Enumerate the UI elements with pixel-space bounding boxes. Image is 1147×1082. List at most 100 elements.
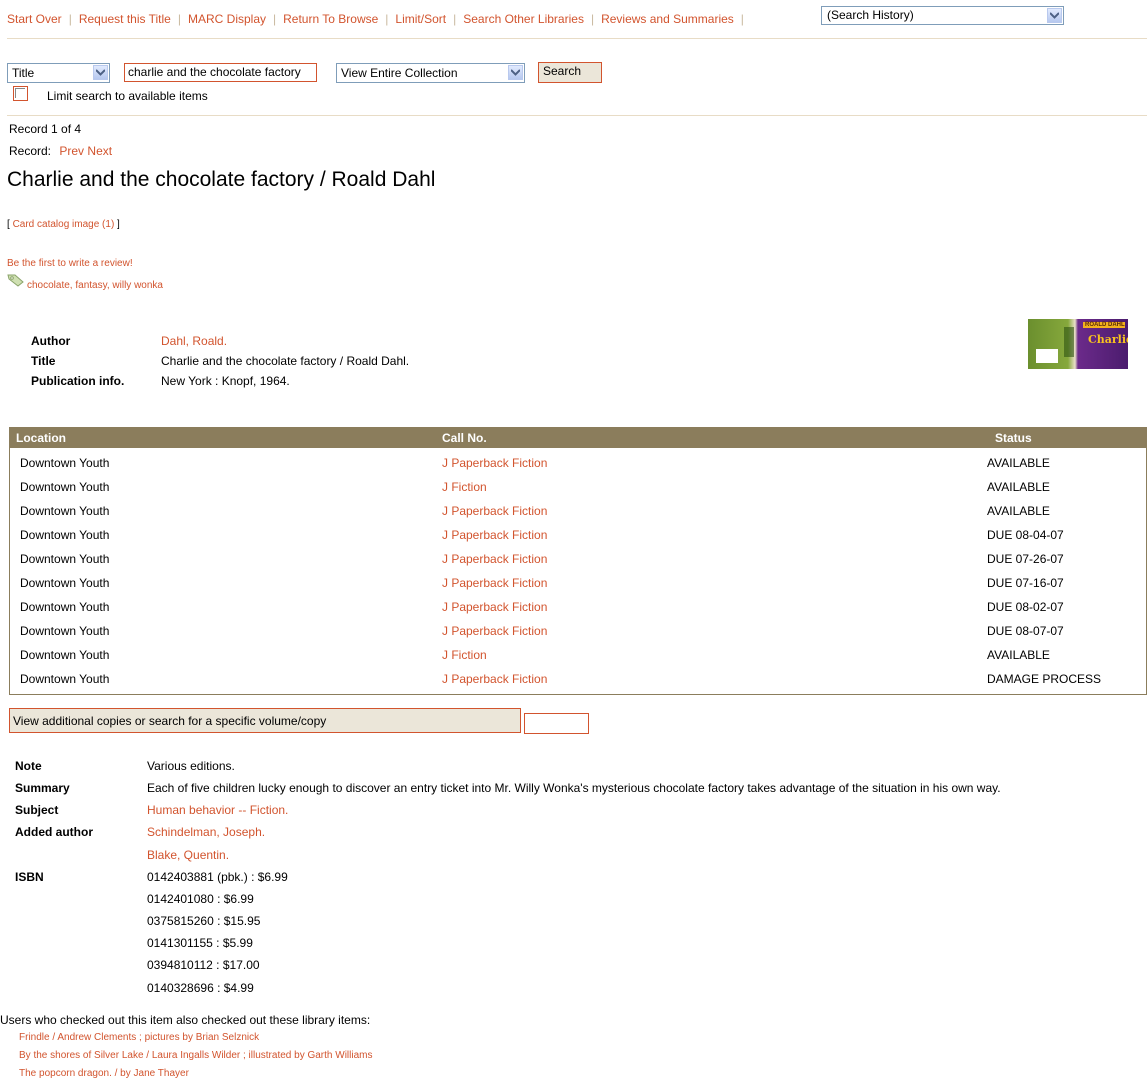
status-cell: AVAILABLE (987, 648, 1050, 662)
title-value: Charlie and the chocolate factory / Roal… (161, 354, 410, 368)
page-title: Charlie and the chocolate factory / Roal… (7, 168, 436, 191)
status-cell: DUE 07-16-07 (987, 576, 1064, 590)
search-history-select[interactable]: (Search History) (821, 6, 1064, 25)
title-label: Title (31, 354, 56, 368)
cover-title-text: Charlie (1088, 333, 1128, 346)
top-nav: Start Over | Request this Title | MARC D… (7, 6, 751, 32)
location-cell: Downtown Youth (20, 648, 110, 662)
status-cell: DUE 08-07-07 (987, 624, 1064, 638)
limit-sort-link[interactable]: Limit/Sort (395, 12, 446, 26)
location-cell: Downtown Youth (20, 600, 110, 614)
search-field-select[interactable]: Title (7, 63, 110, 83)
location-cell: Downtown Youth (20, 456, 110, 470)
search-input[interactable]: charlie and the chocolate factory (124, 63, 317, 82)
nav-separator: | (385, 12, 389, 26)
author-link[interactable]: Dahl, Roald. (161, 334, 227, 348)
marc-display-link[interactable]: MARC Display (188, 12, 266, 26)
start-over-link[interactable]: Start Over (7, 12, 62, 26)
call-number-link[interactable]: J Paperback Fiction (442, 624, 547, 638)
related-item-link[interactable]: The popcorn dragon. / by Jane Thayer (19, 1068, 189, 1079)
search-history-value: (Search History) (827, 8, 914, 22)
subject-link[interactable]: Human behavior -- Fiction. (147, 803, 288, 817)
call-number-link[interactable]: J Fiction (442, 480, 487, 494)
table-header: Location Call No. Status (10, 427, 1146, 448)
added-author-link[interactable]: Blake, Quentin. (147, 848, 229, 862)
book-cover-image[interactable]: ROALD DAHL Charlie (1028, 319, 1128, 369)
search-other-libraries-link[interactable]: Search Other Libraries (463, 12, 584, 26)
reviews-summaries-link[interactable]: Reviews and Summaries (601, 12, 734, 26)
status-cell: DAMAGE PROCESS (987, 672, 1102, 686)
added-author-label: Added author (15, 825, 93, 839)
scope-select[interactable]: View Entire Collection (336, 63, 525, 83)
request-title-link[interactable]: Request this Title (79, 12, 171, 26)
chevron-down-icon[interactable] (93, 65, 108, 80)
column-header-status: Status (995, 431, 1032, 445)
call-number-link[interactable]: J Paperback Fiction (442, 456, 547, 470)
note-label: Note (15, 759, 42, 773)
nav-separator: | (453, 12, 457, 26)
next-record-link[interactable]: Next (87, 144, 112, 158)
table-row: Downtown Youth J Paperback Fiction AVAIL… (10, 451, 1146, 475)
related-item-link[interactable]: By the shores of Silver Lake / Laura Ing… (19, 1050, 372, 1061)
divider (7, 38, 1147, 39)
note-value: Various editions. (147, 759, 235, 773)
location-cell: Downtown Youth (20, 552, 110, 566)
limit-available-checkbox[interactable] (13, 86, 28, 101)
isbn-label: ISBN (15, 870, 44, 884)
table-row: Downtown Youth J Fiction AVAILABLE (10, 643, 1146, 667)
divider (7, 115, 1147, 116)
cover-tree (1064, 327, 1074, 357)
call-number-link[interactable]: J Paperback Fiction (442, 552, 547, 566)
nav-separator: | (273, 12, 277, 26)
card-catalog-image-link[interactable]: Card catalog image (1) (13, 219, 115, 230)
chevron-down-icon[interactable] (508, 65, 523, 80)
record-nav-label: Record: (9, 144, 52, 158)
table-row: Downtown Youth J Paperback Fiction DUE 0… (10, 547, 1146, 571)
isbn-value: 0394810112 : $17.00 (147, 958, 260, 972)
status-cell: AVAILABLE (987, 456, 1050, 470)
view-additional-copies-button[interactable]: View additional copies or search for a s… (9, 708, 521, 733)
call-number-link[interactable]: J Paperback Fiction (442, 600, 547, 614)
status-cell: AVAILABLE (987, 504, 1050, 518)
cover-author-text: ROALD DAHL (1085, 322, 1125, 328)
search-button[interactable]: Search (538, 62, 602, 83)
status-cell: AVAILABLE (987, 480, 1050, 494)
location-cell: Downtown Youth (20, 528, 110, 542)
isbn-value: 0142401080 : $6.99 (147, 892, 254, 906)
nav-separator: | (177, 12, 181, 26)
publication-value: New York : Knopf, 1964. (161, 374, 290, 388)
scope-value: View Entire Collection (341, 66, 458, 80)
chevron-down-icon[interactable] (1047, 8, 1062, 23)
added-author-link[interactable]: Schindelman, Joseph. (147, 825, 265, 839)
summary-label: Summary (15, 781, 70, 795)
holdings-table: Location Call No. Status Downtown Youth … (9, 427, 1147, 695)
call-number-link[interactable]: J Paperback Fiction (442, 672, 547, 686)
table-row: Downtown Youth J Paperback Fiction DUE 0… (10, 619, 1146, 643)
nav-separator: | (740, 12, 744, 26)
call-number-link[interactable]: J Paperback Fiction (442, 504, 547, 518)
cover-barcode (1036, 349, 1058, 363)
call-number-link[interactable]: J Fiction (442, 648, 487, 662)
bracket-close: ] (114, 219, 120, 230)
return-to-browse-link[interactable]: Return To Browse (283, 12, 378, 26)
record-position: Record 1 of 4 (9, 122, 82, 136)
table-row: Downtown Youth J Paperback Fiction DUE 0… (10, 523, 1146, 547)
publication-label: Publication info. (31, 374, 125, 388)
status-cell: DUE 08-04-07 (987, 528, 1064, 542)
prev-record-link[interactable]: Prev (59, 144, 84, 158)
isbn-value: 0140328696 : $4.99 (147, 981, 254, 995)
location-cell: Downtown Youth (20, 576, 110, 590)
card-catalog-row: [ Card catalog image (1) ] (7, 219, 120, 230)
column-header-location: Location (16, 431, 66, 445)
call-number-link[interactable]: J Paperback Fiction (442, 576, 547, 590)
related-heading: Users who checked out this item also che… (0, 1013, 371, 1027)
write-review-link[interactable]: Be the first to write a review! (7, 258, 133, 269)
column-header-call-no: Call No. (442, 431, 487, 445)
isbn-value: 0142403881 (pbk.) : $6.99 (147, 870, 288, 884)
volume-copy-input[interactable] (524, 713, 589, 734)
call-number-link[interactable]: J Paperback Fiction (442, 528, 547, 542)
tags-link[interactable]: chocolate, fantasy, willy wonka (27, 280, 163, 291)
location-cell: Downtown Youth (20, 480, 110, 494)
related-item-link[interactable]: Frindle / Andrew Clements ; pictures by … (19, 1032, 259, 1043)
location-cell: Downtown Youth (20, 672, 110, 686)
